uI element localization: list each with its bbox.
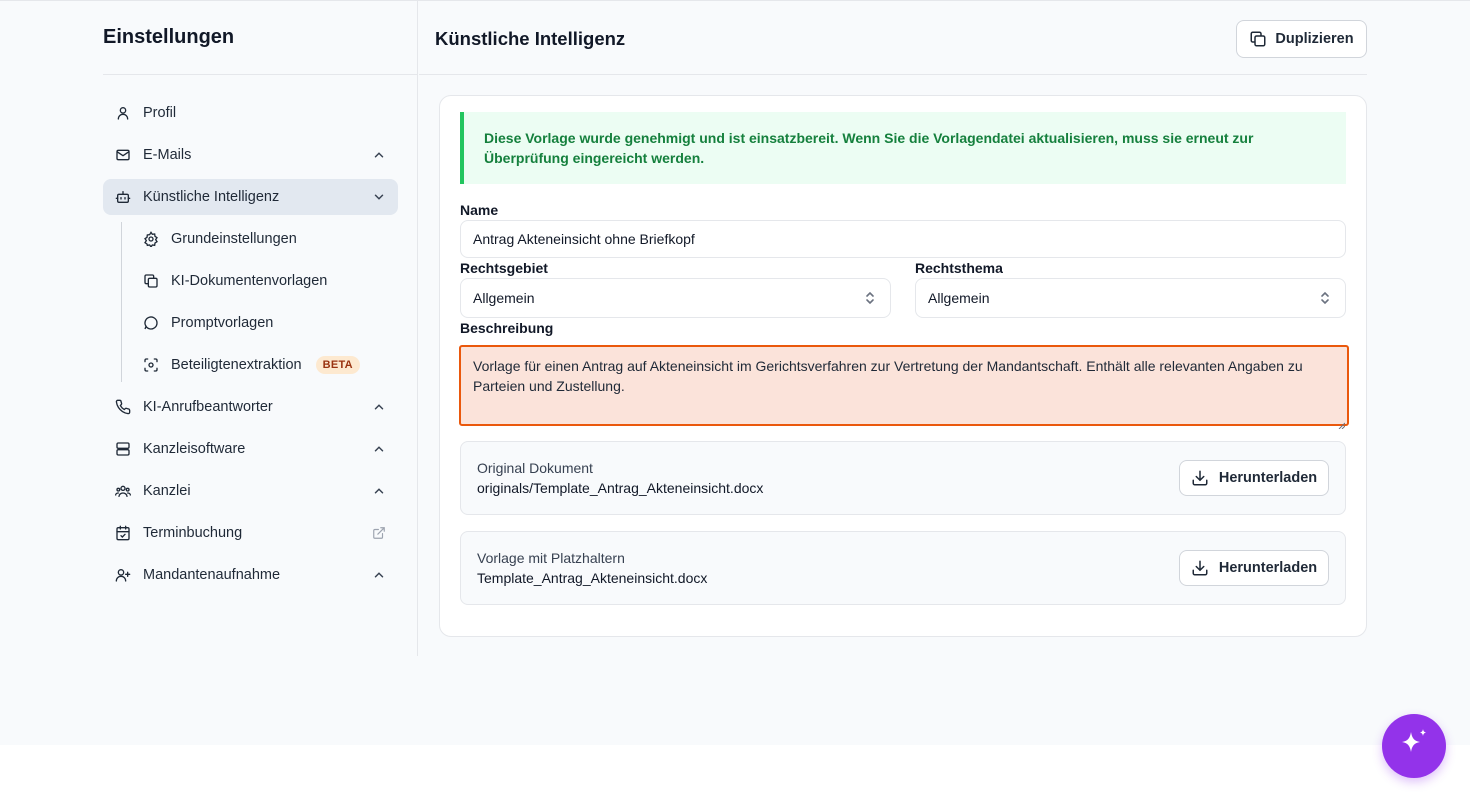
download-icon — [1191, 469, 1209, 487]
submenu-line — [121, 222, 122, 382]
sidebar-item-emails[interactable]: E-Mails — [103, 137, 398, 173]
sidebar-title: Einstellungen — [103, 26, 235, 48]
header-divider — [419, 74, 1367, 75]
template-form-card: Diese Vorlage wurde genehmigt und ist ei… — [439, 95, 1367, 637]
sidebar-item-terminbuchung[interactable]: Terminbuchung — [103, 515, 398, 551]
sidebar-subitem-promptvorlagen[interactable]: Promptvorlagen — [131, 305, 398, 341]
name-input-value: Antrag Akteneinsicht ohne Briefkopf — [473, 231, 695, 247]
beschreibung-label: Beschreibung — [460, 320, 554, 336]
sidebar-item-label: Kanzleisoftware — [143, 441, 246, 457]
sidebar-item-label: Profil — [143, 105, 177, 121]
chevron-up-icon — [372, 568, 386, 582]
sidebar-item-label: Terminbuchung — [143, 525, 243, 541]
gear-icon — [143, 231, 159, 247]
sidebar-subitem-label: Promptvorlagen — [171, 315, 274, 331]
sidebar-subitem-label: Grundeinstellungen — [171, 231, 297, 247]
sidebar-item-kanzleisoftware[interactable]: Kanzleisoftware — [103, 431, 398, 467]
message-circle-icon — [143, 315, 159, 331]
download-button[interactable]: Herunterladen — [1179, 550, 1329, 586]
name-input[interactable]: Antrag Akteneinsicht ohne Briefkopf — [460, 220, 1346, 258]
scan-face-icon — [143, 357, 159, 373]
file-name: originals/Template_Antrag_Akteneinsicht.… — [477, 480, 764, 496]
approved-alert: Diese Vorlage wurde genehmigt und ist ei… — [460, 112, 1346, 184]
chevron-up-icon — [372, 400, 386, 414]
file-title: Vorlage mit Platzhaltern — [477, 550, 625, 566]
copy-icon — [143, 273, 159, 289]
page-title: Künstliche Intelligenz — [435, 28, 626, 49]
chevron-up-icon — [372, 484, 386, 498]
sidebar-subitem-beteiligtenextraktion[interactable]: Beteiligtenextraktion BETA — [131, 347, 398, 383]
sidebar-item-ki-anrufbeantworter[interactable]: KI-Anrufbeantworter — [103, 389, 398, 425]
sidebar-subitem-label: Beteiligtenextraktion — [171, 357, 302, 373]
chevron-up-icon — [372, 442, 386, 456]
user-plus-icon — [115, 567, 131, 583]
download-icon — [1191, 559, 1209, 577]
sidebar-item-label: Kanzlei — [143, 483, 191, 499]
sparkles-icon — [1396, 726, 1432, 767]
calendar-check-icon — [115, 525, 131, 541]
sidebar-divider — [103, 74, 418, 75]
external-link-icon — [372, 526, 386, 540]
beschreibung-text: Vorlage für einen Antrag auf Akteneinsic… — [473, 358, 1303, 394]
sidebar-item-mandantenaufnahme[interactable]: Mandantenaufnahme — [103, 557, 398, 593]
chevron-down-icon — [372, 190, 386, 204]
duplicate-button[interactable]: Duplizieren — [1236, 20, 1367, 58]
beta-badge: BETA — [315, 356, 360, 374]
ai-assistant-button[interactable] — [1382, 714, 1446, 778]
placeholder-template-box: Vorlage mit Platzhaltern Template_Antrag… — [460, 531, 1346, 605]
download-button[interactable]: Herunterladen — [1179, 460, 1329, 496]
server-icon — [115, 441, 131, 457]
rechtsgebiet-select-value: Allgemein — [473, 290, 535, 306]
sidebar-item-label: Mandantenaufnahme — [143, 567, 281, 583]
user-icon — [115, 105, 131, 121]
file-name: Template_Antrag_Akteneinsicht.docx — [477, 570, 708, 586]
phone-icon — [115, 399, 131, 415]
rechtsthema-select[interactable]: Allgemein — [915, 278, 1346, 318]
sidebar-item-label: Künstliche Intelligenz — [143, 189, 280, 205]
sidebar-item-label: KI-Anrufbeantworter — [143, 399, 273, 415]
resize-handle-icon[interactable] — [1337, 414, 1346, 430]
rechtsgebiet-select[interactable]: Allgemein — [460, 278, 891, 318]
copy-icon — [1249, 30, 1267, 48]
sidebar-subitem-grundeinstellungen[interactable]: Grundeinstellungen — [131, 221, 398, 257]
settings-sidebar: Einstellungen Profil E-Mails Künstliche … — [103, 0, 418, 656]
sidebar-subitem-label: KI-Dokumentenvorlagen — [171, 273, 328, 289]
users-icon — [115, 483, 131, 499]
duplicate-button-label: Duplizieren — [1275, 31, 1354, 47]
download-button-label: Herunterladen — [1218, 560, 1318, 576]
sidebar-item-kuenstliche-intelligenz[interactable]: Künstliche Intelligenz — [103, 179, 398, 215]
original-document-box: Original Dokument originals/Template_Ant… — [460, 441, 1346, 515]
sidebar-item-profil[interactable]: Profil — [103, 95, 398, 131]
mail-icon — [115, 147, 131, 163]
name-label: Name — [460, 202, 499, 218]
download-button-label: Herunterladen — [1218, 470, 1318, 486]
bot-icon — [115, 189, 131, 205]
beschreibung-textarea[interactable]: Vorlage für einen Antrag auf Akteneinsic… — [459, 345, 1349, 430]
sidebar-subitem-ki-dokumentenvorlagen[interactable]: KI-Dokumentenvorlagen — [131, 263, 398, 299]
chevron-up-icon — [372, 148, 386, 162]
chevrons-up-down-icon — [864, 291, 876, 305]
sidebar-item-label: E-Mails — [143, 147, 192, 163]
sidebar-item-kanzlei[interactable]: Kanzlei — [103, 473, 398, 509]
chevrons-up-down-icon — [1319, 291, 1331, 305]
rechtsthema-label: Rechtsthema — [915, 260, 1003, 276]
file-title: Original Dokument — [477, 460, 593, 476]
rechtsgebiet-label: Rechtsgebiet — [460, 260, 548, 276]
rechtsthema-select-value: Allgemein — [928, 290, 990, 306]
